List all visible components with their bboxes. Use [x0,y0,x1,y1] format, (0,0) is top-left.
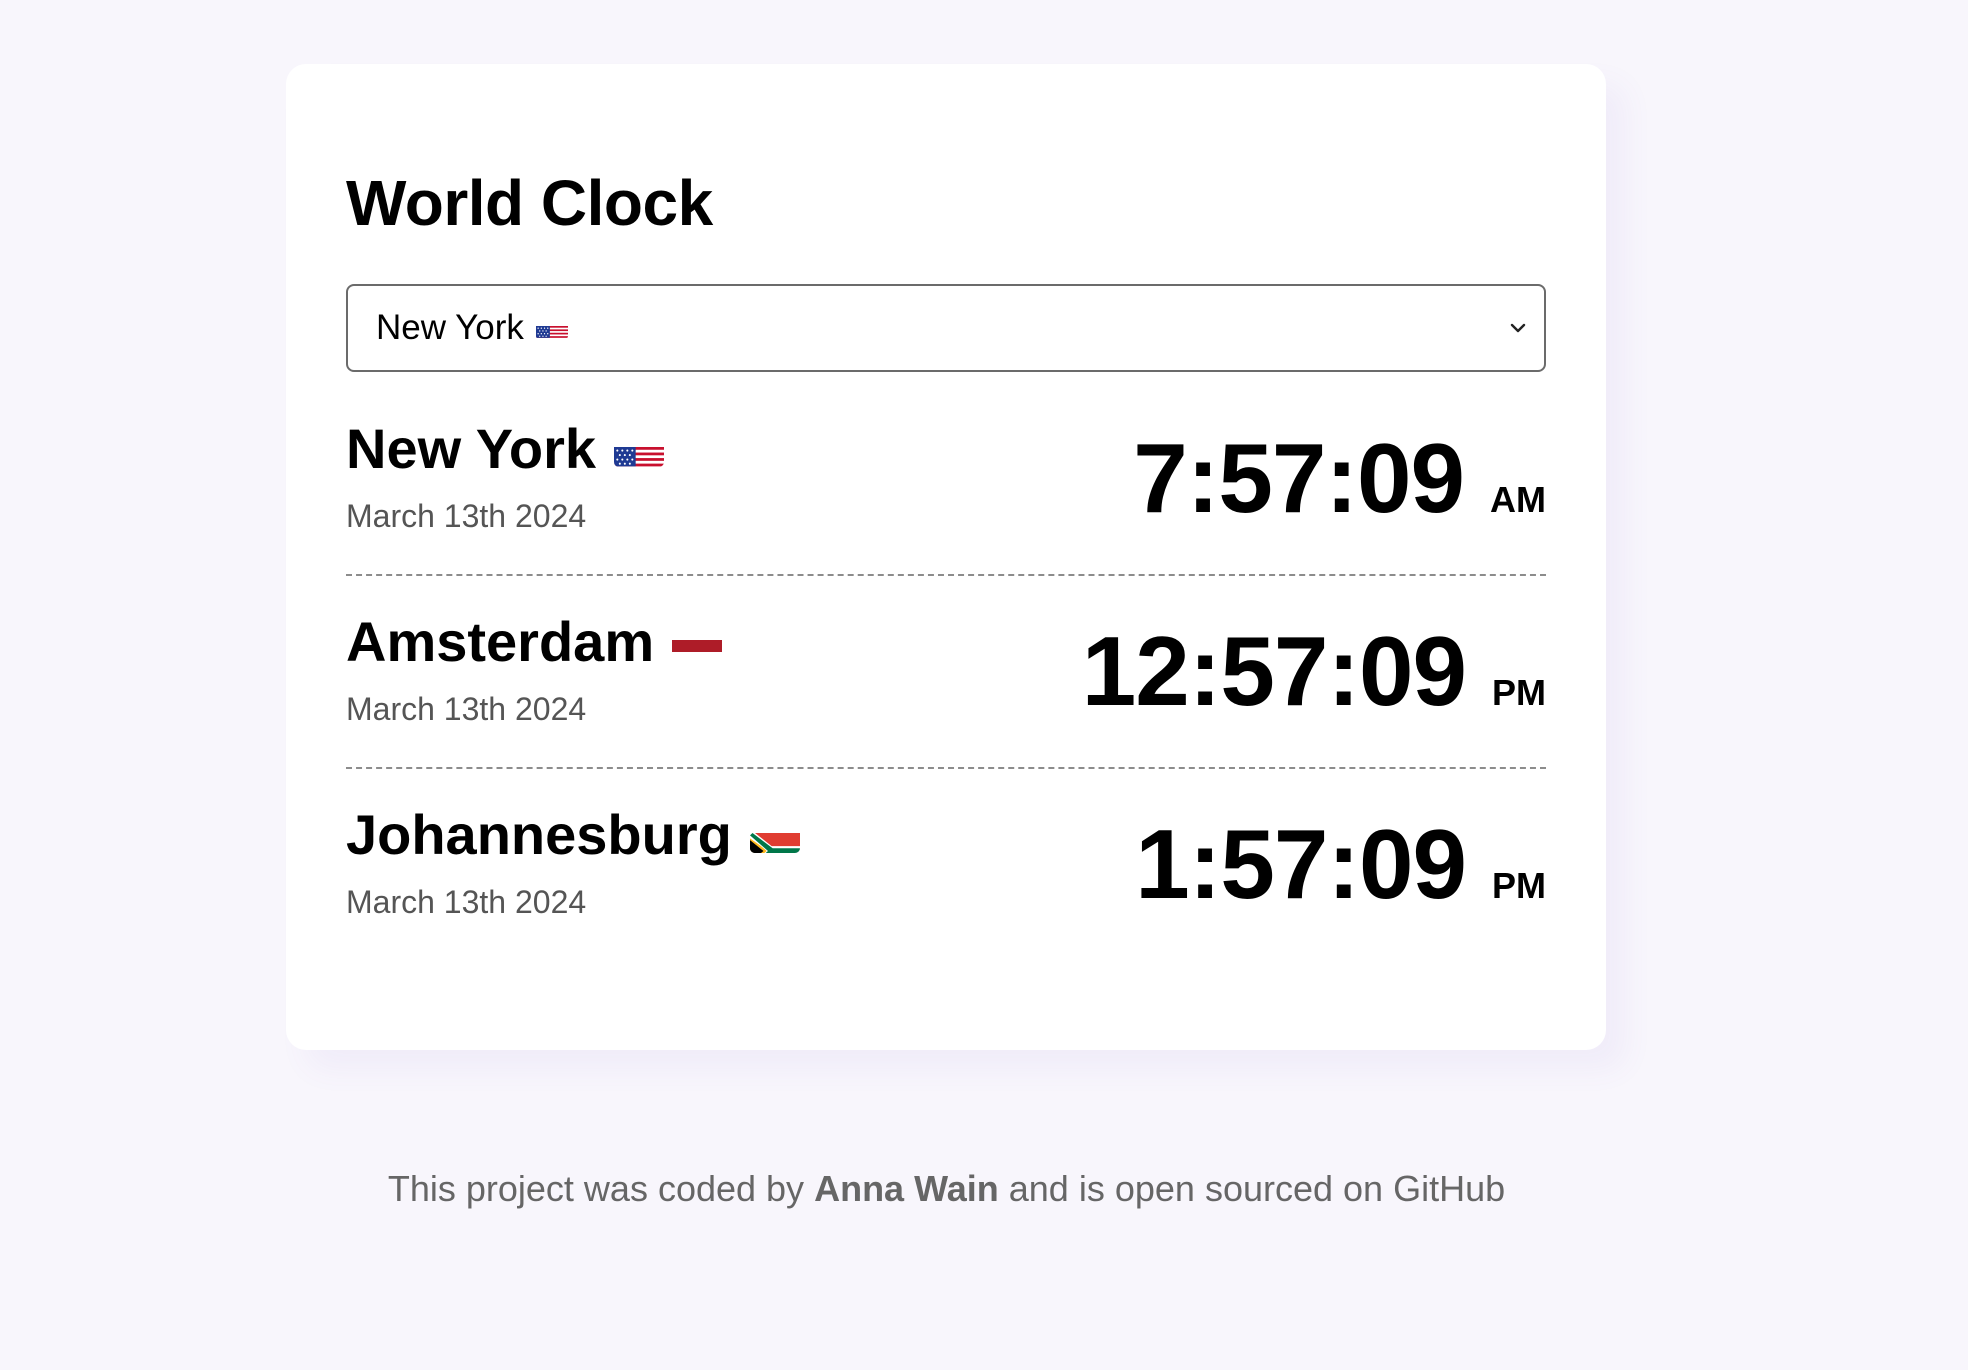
am-pm-label: PM [1492,865,1546,906]
city-row-new-york: New York March 13th 2024 7:57:09 AM [346,416,1546,576]
am-pm-label: PM [1492,672,1546,713]
clock-value: 12:57:09 [1081,616,1467,726]
city-select[interactable]: New York [346,284,1546,372]
author-link[interactable]: Anna Wain [814,1168,999,1209]
am-pm-label: AM [1490,479,1546,520]
city-name: Johannesburg [346,803,732,866]
clock-value: 7:57:09 [1133,423,1465,533]
world-clock-card: World Clock New York New York March 13th… [286,64,1606,1050]
page-title: World Clock [346,167,713,239]
city-date: March 13th 2024 [346,691,587,727]
footer-middle: and is [1008,1168,1105,1209]
city-time: 7:57:09 AM [1133,422,1546,535]
github-link[interactable]: open sourced on GitHub [1115,1168,1505,1209]
nl-flag-icon [672,624,722,660]
city-name-row: New York [346,416,664,481]
clock-value: 1:57:09 [1135,809,1467,919]
city-name-row: Amsterdam [346,609,722,674]
za-flag-icon [750,817,800,853]
footer-prefix: This project was coded by [387,1168,805,1209]
city-date: March 13th 2024 [346,884,587,920]
city-time: 12:57:09 PM [1082,615,1546,728]
chevron-down-icon [1510,323,1526,333]
us-flag-icon [536,317,568,339]
city-row-amsterdam: Amsterdam March 13th 2024 12:57:09 PM [346,609,1546,769]
city-time: 1:57:09 PM [1135,808,1546,921]
footer: This project was coded by Anna Wain and … [0,1168,1893,1210]
city-select-value: New York [376,308,524,347]
city-date: March 13th 2024 [346,498,587,534]
us-flag-icon [614,431,664,467]
city-name: Amsterdam [346,610,655,673]
city-name-row: Johannesburg [346,802,800,867]
city-row-johannesburg: Johannesburg March 13th 2024 1:57:09 PM [346,802,1546,962]
city-name: New York [346,417,597,480]
